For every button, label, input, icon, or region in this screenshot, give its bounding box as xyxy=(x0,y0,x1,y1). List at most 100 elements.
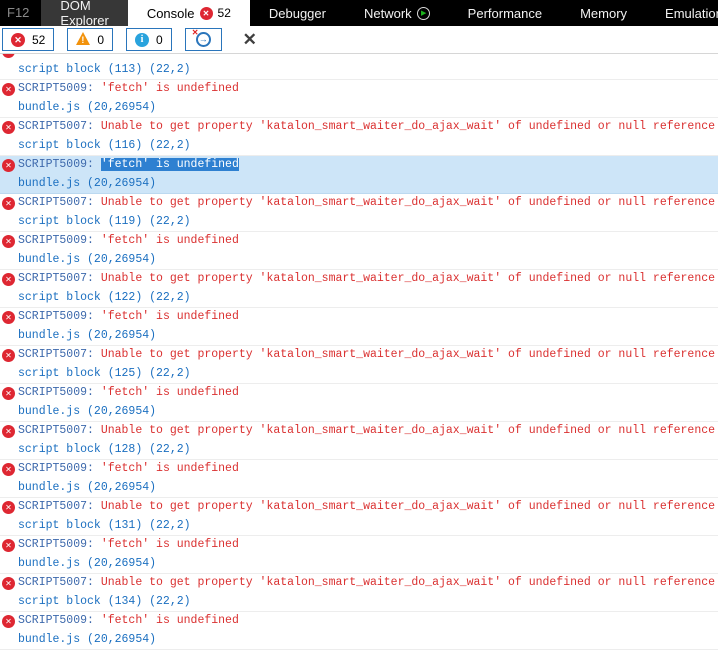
console-message-line: SCRIPT5009: 'fetch' is undefined xyxy=(0,612,718,631)
error-icon xyxy=(2,348,15,362)
console-message-line: SCRIPT5009: 'fetch' is undefined xyxy=(0,232,718,251)
console-entry[interactable]: script block (113) (22,2) xyxy=(0,54,718,80)
console-entry[interactable]: SCRIPT5009: 'fetch' is undefinedbundle.j… xyxy=(0,460,718,498)
console-entry[interactable]: SCRIPT5007: Unable to get property 'kata… xyxy=(0,498,718,536)
tab-console[interactable]: Console 52 xyxy=(127,0,250,26)
filter-warnings-button[interactable]: 0 xyxy=(67,28,114,51)
source-location-link[interactable]: bundle.js (20,26954) xyxy=(0,327,718,346)
console-entry[interactable]: SCRIPT5007: Unable to get property 'kata… xyxy=(0,194,718,232)
error-message: Unable to get property 'katalon_smart_wa… xyxy=(100,576,716,589)
clear-console-button[interactable] xyxy=(238,28,262,52)
error-message: Unable to get property 'katalon_smart_wa… xyxy=(100,272,716,285)
source-location-link[interactable]: script block (119) (22,2) xyxy=(0,213,718,232)
error-code: SCRIPT5007: xyxy=(18,348,94,361)
source-location-link[interactable]: bundle.js (20,26954) xyxy=(0,175,718,194)
error-code: SCRIPT5009: xyxy=(18,386,94,399)
console-message-line: SCRIPT5007: Unable to get property 'kata… xyxy=(0,574,718,593)
source-location-link[interactable]: script block (125) (22,2) xyxy=(0,365,718,384)
source-location-link[interactable]: script block (134) (22,2) xyxy=(0,593,718,612)
error-code: SCRIPT5009: xyxy=(18,614,94,627)
error-message: 'fetch' is undefined xyxy=(100,538,239,551)
clear-on-navigate-button[interactable] xyxy=(184,28,222,51)
console-entry[interactable]: SCRIPT5009: 'fetch' is undefinedbundle.j… xyxy=(0,308,718,346)
tab-emulation[interactable]: Emulation xyxy=(646,0,718,26)
source-location-link[interactable]: script block (122) (22,2) xyxy=(0,289,718,308)
console-message-line: SCRIPT5007: Unable to get property 'kata… xyxy=(0,270,718,289)
console-entry[interactable]: SCRIPT5007: Unable to get property 'kata… xyxy=(0,118,718,156)
error-message: Unable to get property 'katalon_smart_wa… xyxy=(100,500,716,513)
tab-label: Memory xyxy=(580,5,628,21)
console-message-line: SCRIPT5007: Unable to get property 'kata… xyxy=(0,498,718,517)
console-message-line: SCRIPT5009: 'fetch' is undefined xyxy=(0,384,718,403)
error-message: Unable to get property 'katalon_smart_wa… xyxy=(100,196,716,209)
error-count-badge: 52 xyxy=(217,6,231,20)
tab-memory[interactable]: Memory xyxy=(561,0,646,26)
console-entry[interactable]: SCRIPT5007: Unable to get property 'kata… xyxy=(0,346,718,384)
error-code: SCRIPT5009: xyxy=(18,538,94,551)
console-entry[interactable]: SCRIPT5007: Unable to get property 'kata… xyxy=(0,574,718,612)
console-entry[interactable]: SCRIPT5007: Unable to get property 'kata… xyxy=(0,422,718,460)
info-filter-icon xyxy=(135,32,150,47)
console-entry[interactable]: SCRIPT5009: 'fetch' is undefinedbundle.j… xyxy=(0,156,718,194)
tab-label: Debugger xyxy=(268,5,326,21)
console-toolbar: 52 0 0 xyxy=(0,26,718,54)
error-icon xyxy=(2,82,15,96)
error-code: SCRIPT5007: xyxy=(18,500,94,513)
source-location-link[interactable]: script block (116) (22,2) xyxy=(0,137,718,156)
error-icon xyxy=(2,576,15,590)
error-icon xyxy=(2,310,15,324)
error-filter-count: 52 xyxy=(32,32,46,47)
source-location-link[interactable]: bundle.js (20,26954) xyxy=(0,403,718,422)
error-icon xyxy=(2,234,15,248)
error-code: SCRIPT5009: xyxy=(18,158,94,171)
filter-errors-button[interactable]: 52 xyxy=(2,28,55,51)
error-icon xyxy=(2,424,15,438)
error-code: SCRIPT5007: xyxy=(18,272,94,285)
error-icon xyxy=(2,386,15,400)
console-message-line: SCRIPT5007: Unable to get property 'kata… xyxy=(0,118,718,137)
error-message: 'fetch' is undefined xyxy=(100,614,239,627)
error-message: Unable to get property 'katalon_smart_wa… xyxy=(100,348,716,361)
console-entry[interactable]: SCRIPT5009: 'fetch' is undefinedbundle.j… xyxy=(0,384,718,422)
console-entry[interactable]: SCRIPT5009: 'fetch' is undefinedbundle.j… xyxy=(0,232,718,270)
filter-info-button[interactable]: 0 xyxy=(126,28,172,51)
console-message-line: SCRIPT5009: 'fetch' is undefined xyxy=(0,536,718,555)
error-icon xyxy=(2,272,15,286)
console-message-line: SCRIPT5007: Unable to get property 'kata… xyxy=(0,346,718,365)
console-output[interactable]: script block (113) (22,2)SCRIPT5009: 'fe… xyxy=(0,54,718,653)
tab-network[interactable]: Network xyxy=(345,0,449,26)
tab-label: Performance xyxy=(467,5,543,21)
error-message: 'fetch' is undefined xyxy=(100,310,239,323)
error-icon xyxy=(2,54,15,58)
source-location-link[interactable]: script block (131) (22,2) xyxy=(0,517,718,536)
source-location-link[interactable]: bundle.js (20,26954) xyxy=(0,99,718,118)
error-icon xyxy=(2,120,15,134)
tab-debugger[interactable]: Debugger xyxy=(250,0,345,26)
console-entry[interactable]: SCRIPT5009: 'fetch' is undefinedbundle.j… xyxy=(0,80,718,118)
console-entry[interactable]: SCRIPT5009: 'fetch' is undefinedbundle.j… xyxy=(0,536,718,574)
console-entry[interactable]: SCRIPT5009: 'fetch' is undefinedbundle.j… xyxy=(0,612,718,650)
tab-label: Emulation xyxy=(665,5,718,21)
source-location-link[interactable]: bundle.js (20,26954) xyxy=(0,479,718,498)
error-icon xyxy=(2,500,15,514)
error-message: Unable to get property 'katalon_smart_wa… xyxy=(100,424,716,437)
error-icon xyxy=(2,614,15,628)
warning-filter-count: 0 xyxy=(97,32,105,47)
console-message-line: SCRIPT5007: Unable to get property 'kata… xyxy=(0,194,718,213)
console-entry[interactable]: SCRIPT5007: Unable to get property 'kata… xyxy=(0,270,718,308)
tab-performance[interactable]: Performance xyxy=(449,0,561,26)
error-filter-icon xyxy=(11,32,25,47)
tab-dom-explorer[interactable]: DOM Explorer xyxy=(41,0,128,28)
source-location-link[interactable]: script block (128) (22,2) xyxy=(0,441,718,460)
tab-label: DOM Explorer xyxy=(60,0,109,28)
source-location-link[interactable]: bundle.js (20,26954) xyxy=(0,251,718,270)
console-message-line: SCRIPT5009: 'fetch' is undefined xyxy=(0,460,718,479)
source-location-link[interactable]: bundle.js (20,26954) xyxy=(0,555,718,574)
error-icon xyxy=(2,538,15,552)
source-location-link[interactable]: bundle.js (20,26954) xyxy=(0,631,718,650)
source-location-link[interactable]: script block (113) (22,2) xyxy=(0,61,718,80)
info-filter-count: 0 xyxy=(156,32,163,47)
tab-label: Network xyxy=(363,5,412,21)
error-code: SCRIPT5007: xyxy=(18,424,94,437)
error-message: 'fetch' is undefined xyxy=(100,82,239,95)
